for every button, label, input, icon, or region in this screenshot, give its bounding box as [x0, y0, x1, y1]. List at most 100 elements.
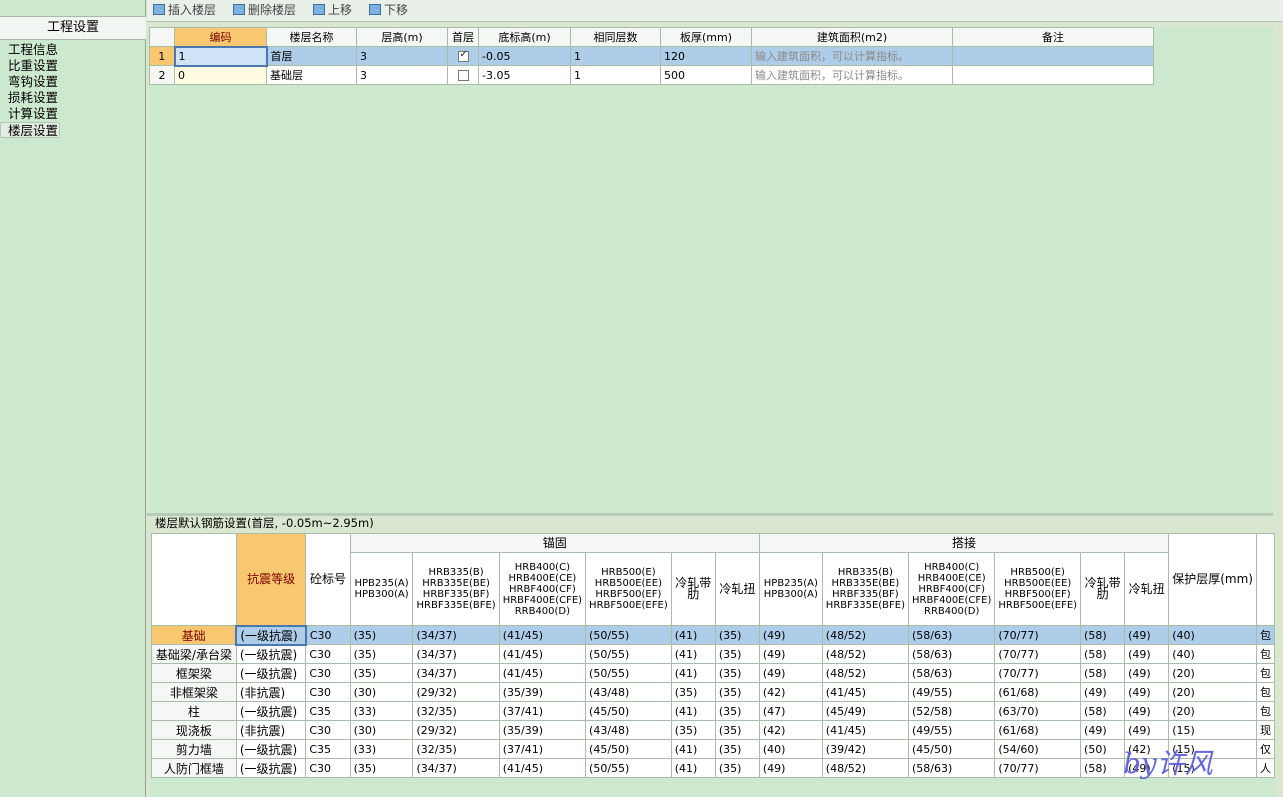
anchor-value-cell[interactable]: (34/37): [412, 644, 500, 664]
lap-value-cell[interactable]: (49): [758, 644, 823, 664]
anchor-value-cell[interactable]: (50/55): [585, 644, 672, 664]
lap-value-cell[interactable]: (58/63): [908, 663, 996, 683]
floor-cell-same[interactable]: 1: [570, 46, 661, 66]
extra-cell[interactable]: 包: [1255, 701, 1275, 721]
seismic-level-header[interactable]: 抗震等级: [235, 533, 307, 626]
lap-value-cell[interactable]: (58/63): [908, 758, 996, 778]
anchor-value-cell[interactable]: (43/48): [585, 720, 672, 740]
lap-value-cell[interactable]: (49): [1124, 625, 1170, 645]
lap-subcolumn-header[interactable]: HPB235(A) HPB300(A): [758, 552, 823, 626]
anchor-value-cell[interactable]: (35): [349, 758, 414, 778]
anchor-value-cell[interactable]: (41/45): [498, 663, 587, 683]
floor-column-header[interactable]: 首层: [447, 27, 479, 47]
anchor-value-cell[interactable]: (34/37): [412, 758, 500, 778]
floor-cell-note[interactable]: [952, 46, 1154, 66]
lap-value-cell[interactable]: (58/63): [908, 625, 996, 645]
lap-value-cell[interactable]: (58): [1080, 644, 1126, 664]
extra-cell[interactable]: 包: [1255, 644, 1275, 664]
floor-column-header[interactable]: 底标高(m): [478, 27, 571, 47]
lap-value-cell[interactable]: (58): [1080, 625, 1126, 645]
lap-value-cell[interactable]: (49/55): [908, 682, 996, 702]
concrete-grade-cell[interactable]: C30: [305, 758, 351, 778]
left-nav-item[interactable]: 计算设置: [0, 106, 146, 122]
seismic-level-cell[interactable]: (一级抗震): [235, 624, 307, 646]
floor-row[interactable]: 11首层3-0.051120输入建筑面积，可以计算指标。: [149, 45, 1154, 67]
anchor-value-cell[interactable]: (35): [714, 701, 760, 721]
anchor-value-cell[interactable]: (29/32): [412, 720, 500, 740]
anchor-value-cell[interactable]: (34/37): [412, 625, 500, 645]
rebar-row[interactable]: 剪力墙 (一级抗震) C35 (33) (32/35) (37/41) (45/50) (41…: [151, 739, 1275, 759]
floor-cell-height[interactable]: 3: [356, 46, 448, 66]
anchor-value-cell[interactable]: (35): [714, 739, 760, 759]
anchor-value-cell[interactable]: (35): [714, 758, 760, 778]
anchor-value-cell[interactable]: (32/35): [412, 739, 500, 759]
seismic-level-cell[interactable]: (一级抗震): [235, 663, 307, 683]
lap-value-cell[interactable]: (49): [1080, 682, 1126, 702]
lap-value-cell[interactable]: (54/60): [994, 739, 1082, 759]
left-nav-item[interactable]: 楼层设置: [0, 122, 60, 138]
concrete-grade-cell[interactable]: C30: [305, 644, 351, 664]
floor-column-header[interactable]: 建筑面积(m2): [751, 27, 953, 47]
lap-value-cell[interactable]: (41/45): [821, 720, 910, 740]
anchor-value-cell[interactable]: (45/50): [585, 701, 672, 721]
seismic-level-cell[interactable]: (非抗震): [235, 682, 307, 702]
anchor-subcolumn-header[interactable]: HRB335(B) HRB335E(BE) HRBF335(BF) HRBF33…: [412, 552, 500, 626]
floor-cell-name[interactable]: 首层: [266, 46, 357, 66]
floor-cell-thickness[interactable]: 500: [660, 65, 752, 85]
lap-value-cell[interactable]: (45/49): [821, 701, 910, 721]
floor-column-header[interactable]: 备注: [952, 27, 1154, 47]
left-nav-item[interactable]: 比重设置: [0, 58, 146, 74]
lap-value-cell[interactable]: (61/68): [994, 720, 1082, 740]
anchor-value-cell[interactable]: (35/39): [498, 682, 587, 702]
anchor-subcolumn-header[interactable]: HPB235(A) HPB300(A): [349, 552, 414, 626]
lap-value-cell[interactable]: (58): [1080, 701, 1126, 721]
extra-cell[interactable]: 仅: [1255, 739, 1275, 759]
lap-value-cell[interactable]: (41/45): [821, 682, 910, 702]
anchor-value-cell[interactable]: (30): [349, 720, 414, 740]
anchor-value-cell[interactable]: (32/35): [412, 701, 500, 721]
concrete-grade-cell[interactable]: C30: [305, 720, 351, 740]
floor-row[interactable]: 2 0 基础层 3 -3.05 1 500 输入建筑面积，可以计算指标。: [149, 65, 1154, 85]
component-name-cell[interactable]: 人防门框墙: [151, 758, 237, 778]
anchor-value-cell[interactable]: (41): [670, 625, 716, 645]
anchor-subcolumn-header[interactable]: HRB400(C) HRB400E(CE) HRBF400(CF) HRBF40…: [498, 552, 587, 626]
anchor-value-cell[interactable]: (35): [349, 625, 414, 645]
anchor-value-cell[interactable]: (35/39): [498, 720, 587, 740]
anchor-value-cell[interactable]: (45/50): [585, 739, 672, 759]
lap-value-cell[interactable]: (70/77): [994, 644, 1082, 664]
concrete-grade-cell[interactable]: C30: [305, 682, 351, 702]
lap-value-cell[interactable]: (48/52): [821, 663, 910, 683]
anchor-value-cell[interactable]: (43/48): [585, 682, 672, 702]
cover-thickness-header[interactable]: 保护层厚(mm): [1168, 533, 1257, 626]
component-name-cell[interactable]: 基础: [151, 625, 237, 645]
move-down-button[interactable]: 下移: [369, 2, 408, 19]
cover-thickness-cell[interactable]: (40): [1168, 625, 1257, 645]
lap-value-cell[interactable]: (39/42): [821, 739, 910, 759]
anchor-subcolumn-header[interactable]: HRB500(E) HRB500E(EE) HRBF500(EF) HRBF50…: [585, 552, 672, 626]
anchor-value-cell[interactable]: (41): [670, 663, 716, 683]
lap-value-cell[interactable]: (70/77): [994, 663, 1082, 683]
component-name-cell[interactable]: 剪力墙: [151, 739, 237, 759]
component-name-cell[interactable]: 框架梁: [151, 663, 237, 683]
lap-value-cell[interactable]: (58/63): [908, 644, 996, 664]
floor-column-header[interactable]: 板厚(mm): [660, 27, 752, 47]
floor-cell-name[interactable]: 基础层: [266, 65, 357, 85]
floor-column-header[interactable]: 层高(m): [356, 27, 448, 47]
anchor-value-cell[interactable]: (50/55): [585, 758, 672, 778]
rebar-row[interactable]: 现浇板 (非抗震) C30 (30) (29/32) (35/39) (43/48) (35)…: [151, 720, 1275, 740]
anchor-value-cell[interactable]: (35): [714, 682, 760, 702]
seismic-level-cell[interactable]: (一级抗震): [235, 758, 307, 778]
rebar-row[interactable]: 人防门框墙 (一级抗震) C30 (35) (34/37) (41/45) (50/55)(…: [151, 758, 1275, 778]
lap-value-cell[interactable]: (40): [758, 739, 823, 759]
lap-value-cell[interactable]: (58): [1080, 758, 1126, 778]
cover-thickness-cell[interactable]: (40): [1168, 644, 1257, 664]
seismic-level-cell[interactable]: (非抗震): [235, 720, 307, 740]
floor-cell-first[interactable]: [447, 65, 479, 85]
lap-value-cell[interactable]: (49): [1124, 644, 1170, 664]
concrete-grade-cell[interactable]: C30: [305, 625, 351, 645]
lap-subcolumn-header[interactable]: HRB335(B) HRB335E(BE) HRBF335(BF) HRBF33…: [821, 552, 910, 626]
anchor-value-cell[interactable]: (41): [670, 739, 716, 759]
component-name-cell[interactable]: 现浇板: [151, 720, 237, 740]
anchor-value-cell[interactable]: (35): [349, 663, 414, 683]
cover-thickness-cell[interactable]: (20): [1168, 663, 1257, 683]
